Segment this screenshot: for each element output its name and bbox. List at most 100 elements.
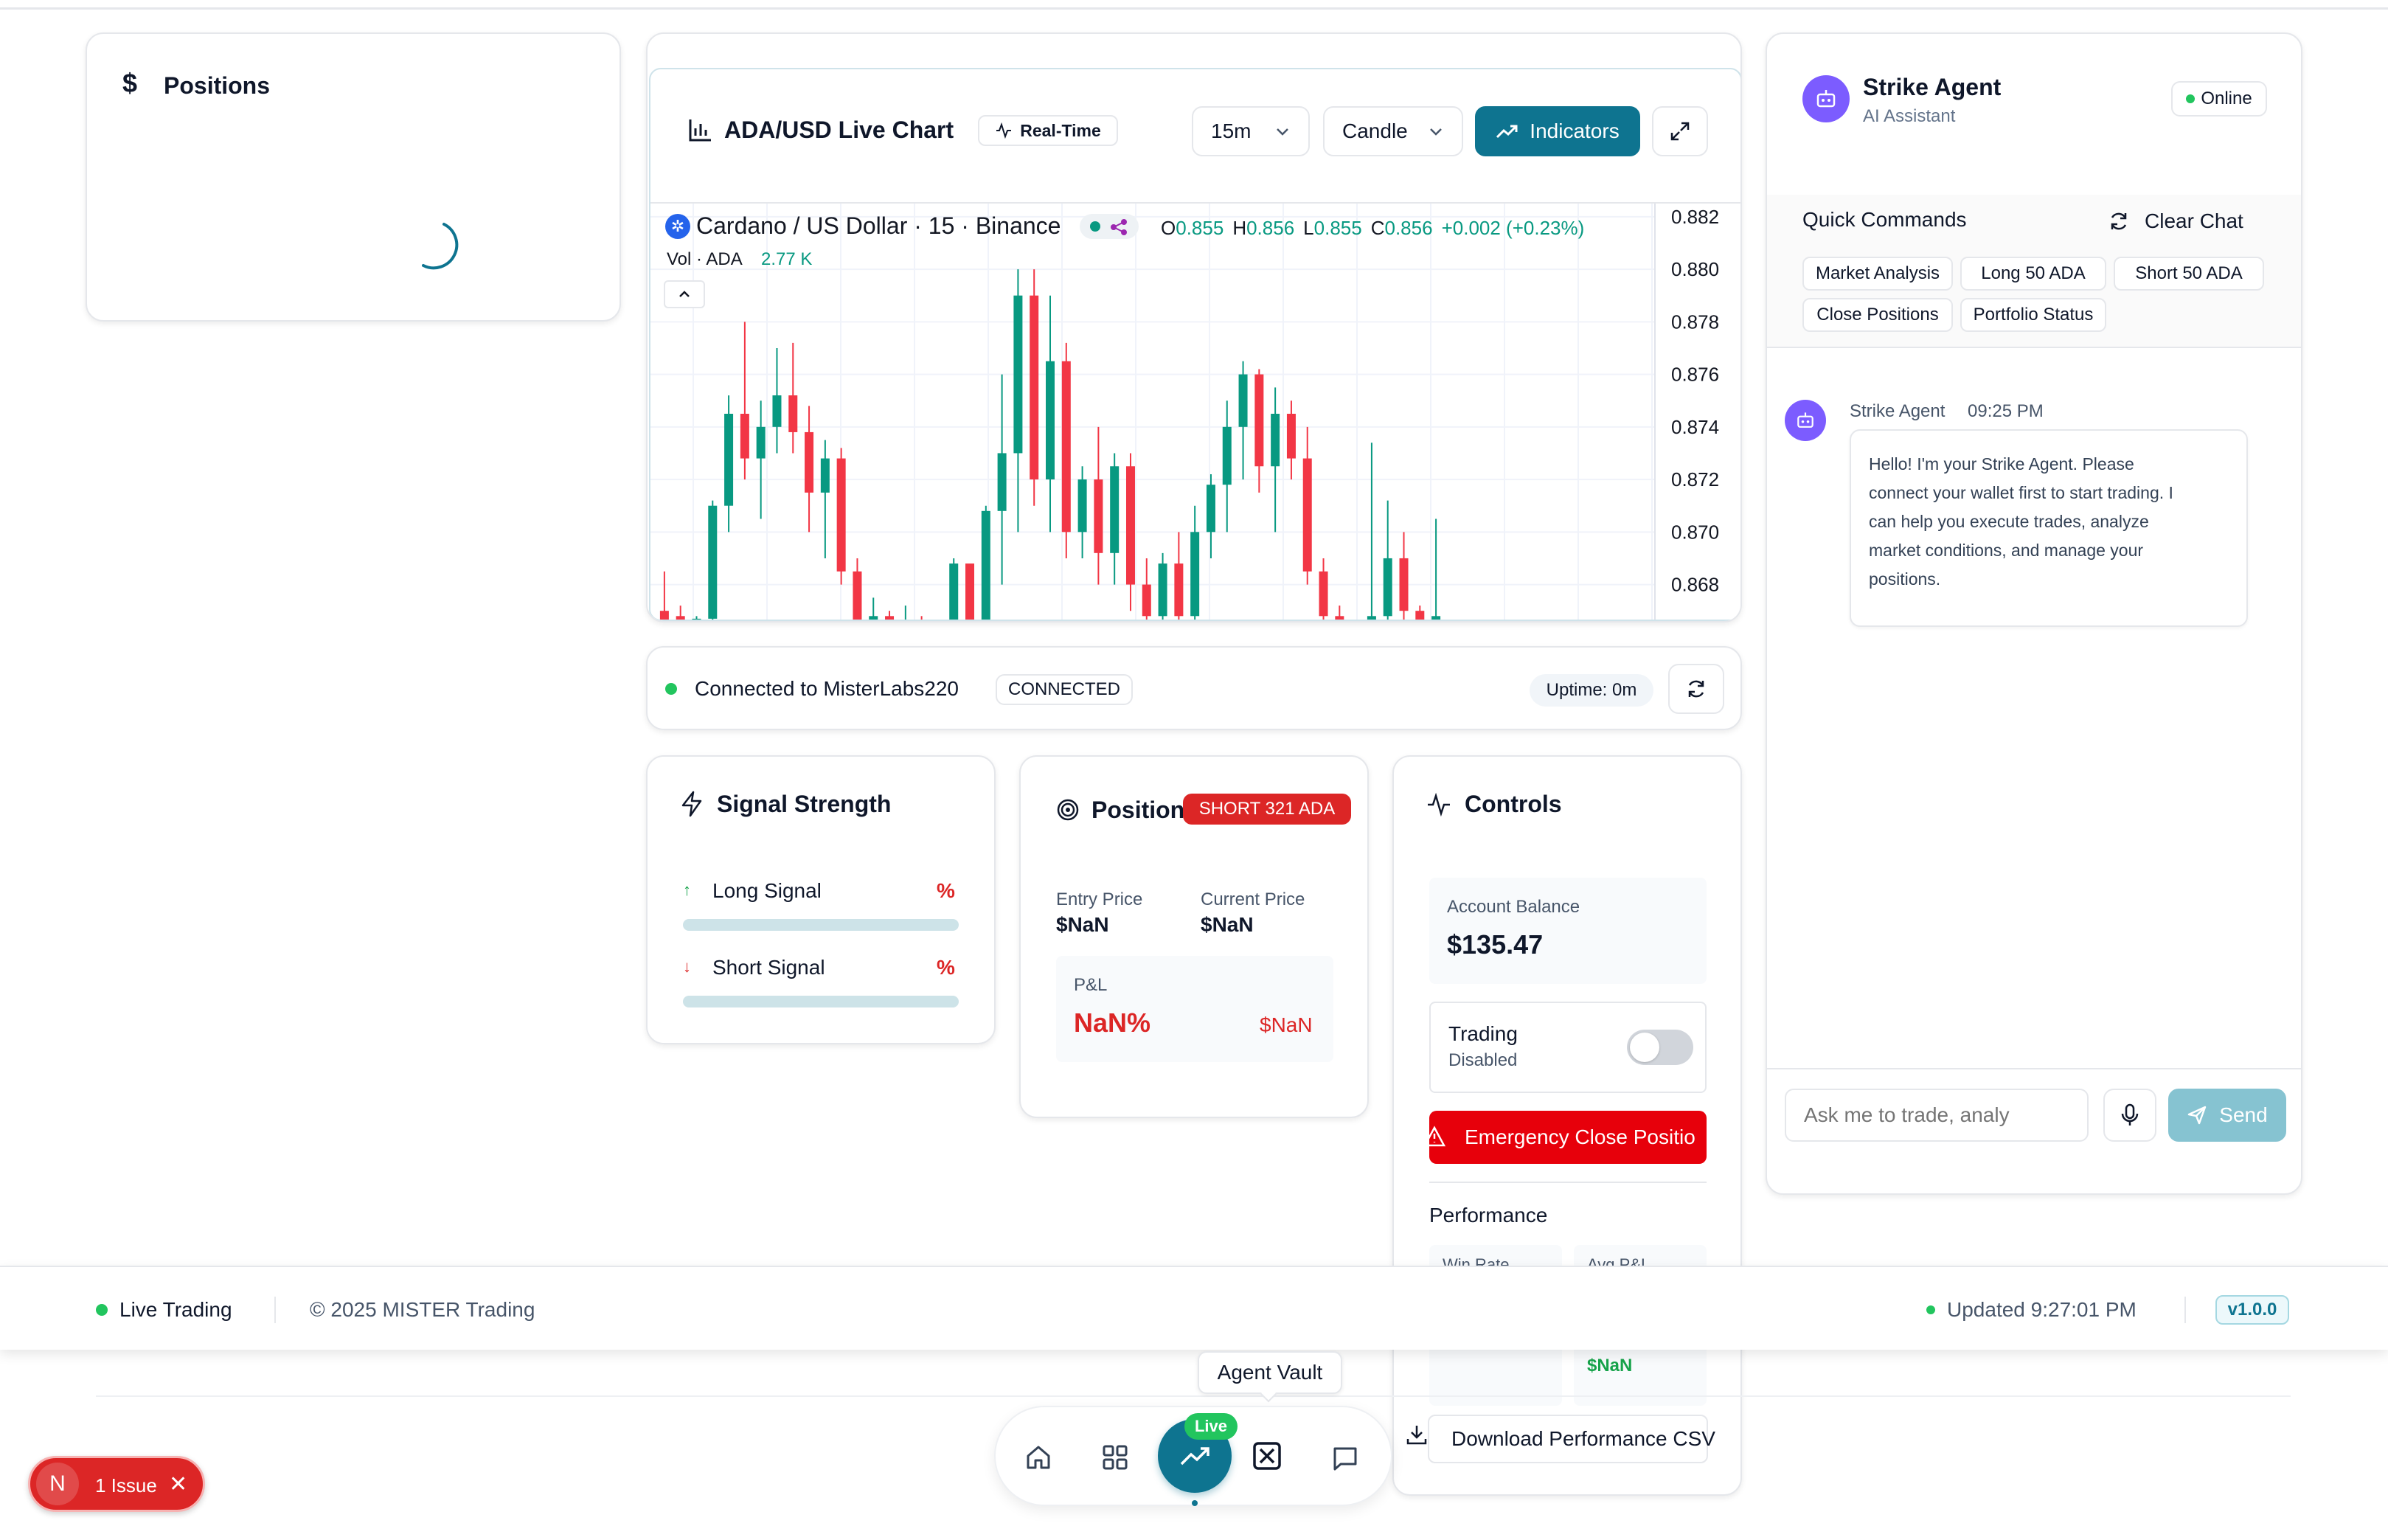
position-badge-text: SHORT 321 ADA bbox=[1198, 799, 1336, 819]
chat-input[interactable] bbox=[1785, 1089, 2089, 1142]
interval-value: 15m bbox=[1211, 119, 1252, 142]
download-icon bbox=[1406, 1426, 1427, 1445]
candle-body bbox=[1030, 295, 1039, 480]
send-icon bbox=[2188, 1106, 2207, 1125]
live-badge: Live bbox=[1184, 1413, 1238, 1440]
message-sender: Strike Agent bbox=[1850, 401, 1946, 421]
command-label: Portfolio Status bbox=[1973, 305, 2094, 325]
positions-title: Positions bbox=[164, 72, 271, 99]
candle-body bbox=[1383, 558, 1392, 617]
price-tick-label: 0.868 bbox=[1671, 574, 1719, 596]
pnl-value: $NaN bbox=[1260, 1013, 1313, 1036]
candle-body bbox=[1431, 616, 1441, 620]
candle-body bbox=[772, 395, 782, 427]
logo-letter: N bbox=[49, 1471, 66, 1496]
pnl-label: P&L bbox=[1074, 975, 1108, 995]
candle-body bbox=[869, 616, 878, 620]
performance-label: Performance bbox=[1429, 1204, 1548, 1227]
long-signal-bar bbox=[683, 919, 959, 931]
indicators-button[interactable]: Indicators bbox=[1475, 106, 1640, 156]
short-signal-value: % bbox=[937, 956, 955, 979]
balance-box: Account Balance $135.47 bbox=[1429, 878, 1707, 984]
pnl-percent: NaN% bbox=[1074, 1007, 1151, 1038]
candle-body bbox=[1013, 295, 1023, 454]
zap-icon bbox=[681, 791, 702, 817]
candle-body bbox=[1174, 563, 1184, 617]
expand-icon bbox=[1670, 122, 1690, 141]
market-open-dot bbox=[1090, 221, 1100, 232]
symbol-line: Cardano / US Dollar · 15 · Binance bbox=[696, 212, 1061, 239]
candle-body bbox=[1206, 485, 1215, 533]
agent-status-badge: Online bbox=[2171, 81, 2267, 117]
message-time: 09:25 PM bbox=[1968, 401, 2044, 421]
candle-body bbox=[788, 395, 798, 432]
message-line: positions. bbox=[1869, 569, 1941, 589]
active-indicator-dot bbox=[1192, 1500, 1198, 1506]
connection-text: Connected to MisterLabs220 bbox=[695, 677, 959, 700]
download-csv-label: Download Performance CSV bbox=[1451, 1427, 1715, 1450]
positions-card: $ Positions bbox=[86, 32, 621, 322]
candle-body bbox=[1190, 532, 1200, 617]
updated-time: Updated 9:27:01 PM bbox=[1947, 1298, 2137, 1321]
home-icon[interactable] bbox=[1024, 1443, 1053, 1472]
pnl-box: P&L NaN% $NaN bbox=[1056, 956, 1333, 1062]
agent-avatar bbox=[1802, 75, 1850, 122]
message-line: market conditions, and manage your bbox=[1869, 541, 2144, 560]
chart-panel: ADA/USD Live Chart Real-Time 15m Candle … bbox=[649, 68, 1740, 621]
candle-body bbox=[756, 426, 766, 459]
connection-badge: CONNECTED bbox=[996, 674, 1133, 705]
trending-up-icon bbox=[1180, 1447, 1209, 1466]
short-signal-bar bbox=[683, 996, 959, 1007]
candle-body bbox=[1158, 563, 1167, 617]
candle-body bbox=[1061, 361, 1071, 533]
chart-style-select[interactable]: Candle bbox=[1323, 106, 1463, 156]
voice-button[interactable] bbox=[2103, 1089, 2156, 1142]
long-signal-label: Long Signal bbox=[712, 879, 822, 902]
position-card: Position SHORT 321 ADA Entry Price $NaN … bbox=[1019, 755, 1369, 1118]
command-portfolio-status[interactable]: Portfolio Status bbox=[1960, 298, 2106, 332]
candle-body bbox=[1077, 479, 1087, 533]
connection-bar: Connected to MisterLabs220 CONNECTED Upt… bbox=[646, 646, 1742, 730]
chevron-up-icon bbox=[679, 291, 690, 297]
symbol-status bbox=[1080, 214, 1139, 239]
clear-chat-button[interactable]: Clear Chat bbox=[2108, 204, 2270, 239]
chart-card: ADA/USD Live Chart Real-Time 15m Candle … bbox=[646, 32, 1742, 622]
live-badge-text: Live bbox=[1194, 1417, 1228, 1435]
low-label: L bbox=[1303, 217, 1314, 239]
candle-body bbox=[676, 616, 685, 620]
price-tick-label: 0.882 bbox=[1671, 206, 1719, 228]
toggle-knob bbox=[1630, 1033, 1659, 1062]
command-short[interactable]: Short 50 ADA bbox=[2114, 257, 2264, 291]
tradingview-chart[interactable]: 0.882 0.880 0.878 0.876 0.874 0.872 0.870 0.868… bbox=[650, 202, 1740, 620]
message-square-icon[interactable] bbox=[1330, 1444, 1360, 1474]
target-icon bbox=[1057, 799, 1079, 821]
trading-toggle[interactable] bbox=[1627, 1030, 1693, 1065]
close-icon[interactable]: ✕ bbox=[169, 1471, 187, 1497]
reconnect-button[interactable] bbox=[1668, 664, 1724, 714]
microphone-icon bbox=[2121, 1103, 2139, 1125]
fullscreen-button[interactable] bbox=[1652, 106, 1708, 156]
emergency-close-button[interactable]: Emergency Close Positio bbox=[1429, 1111, 1707, 1164]
grid-icon[interactable] bbox=[1100, 1443, 1130, 1472]
current-price-label: Current Price bbox=[1201, 889, 1305, 909]
x-logo-icon[interactable] bbox=[1251, 1440, 1283, 1472]
interval-select[interactable]: 15m bbox=[1192, 106, 1310, 156]
download-csv-button[interactable]: Download Performance CSV bbox=[1428, 1415, 1715, 1463]
best-trade-value: $NaN bbox=[1587, 1356, 1633, 1376]
command-market-analysis[interactable]: Market Analysis bbox=[1802, 257, 1953, 291]
issue-label: 1 Issue bbox=[95, 1474, 157, 1496]
candle-body bbox=[1142, 584, 1151, 617]
candle-body bbox=[692, 618, 701, 620]
command-close-positions[interactable]: Close Positions bbox=[1802, 298, 1953, 332]
candlestick-plot: 0.882 0.880 0.878 0.876 0.874 0.872 0.870 0.868 bbox=[650, 204, 1719, 620]
clear-chat-label: Clear Chat bbox=[2145, 209, 2243, 232]
top-divider bbox=[0, 7, 2388, 10]
message-line: connect your wallet first to start tradi… bbox=[1869, 483, 2173, 502]
send-button[interactable]: Send bbox=[2168, 1089, 2286, 1142]
agent-card: Strike Agent AI Assistant Online Quick C… bbox=[1766, 32, 2302, 1195]
command-long[interactable]: Long 50 ADA bbox=[1960, 257, 2106, 291]
volume-label: Vol · ADA bbox=[667, 249, 743, 269]
candle-body bbox=[1319, 571, 1328, 617]
collapse-legend-button[interactable] bbox=[664, 280, 705, 308]
issue-pill[interactable]: N 1 Issue ✕ bbox=[28, 1456, 205, 1512]
